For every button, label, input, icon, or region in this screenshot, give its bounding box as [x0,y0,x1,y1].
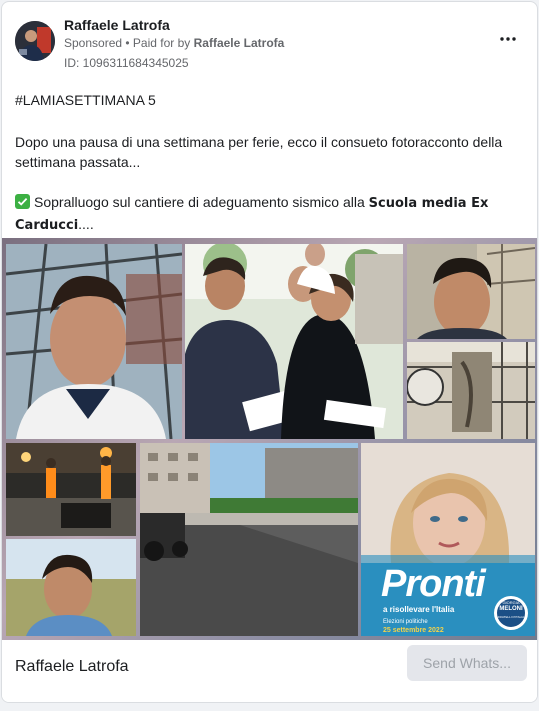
paid-for-name[interactable]: Raffaele Latrofa [194,36,285,50]
photo-selfie-building [407,244,535,339]
photo-road-works [6,443,136,536]
poster-logo-top: GIORGIA [502,600,520,605]
footer-page-name[interactable]: Raffaele Latrofa [15,658,129,676]
ad-card: Raffaele Latrofa Sponsored • Paid for by… [1,1,538,703]
campaign-poster: Pronti a risollevare l'Italia Elezioni p… [361,443,535,636]
poster-title: Pronti [381,563,486,605]
photo-selfie-outdoor [6,539,136,636]
photo-street [140,443,358,636]
paid-for-prefix: • Paid for by [122,36,194,50]
photo-meeting [185,244,403,439]
sponsor-line: Sponsored • Paid for by Raffaele Latrofa [64,36,284,50]
poster-date: 25 settembre 2022 [383,627,444,634]
photo-collage[interactable]: Pronti a risollevare l'Italia Elezioni p… [2,238,537,640]
school-text-prefix: Sopralluogo sul cantiere di adeguamento … [34,194,369,210]
poster-logo-sub: FRATELLI D'ITALIA [497,615,525,619]
send-whatsapp-button[interactable]: Send Whats... [407,645,527,681]
more-horizontal-icon[interactable] [497,28,519,50]
poster-logo-main: MELONI [499,606,523,612]
post-footer: Raffaele Latrofa Send Whats... [2,640,537,702]
post-hashtag[interactable]: #LAMIASETTIMANA 5 [15,92,156,108]
poster-subtitle: a risollevare l'Italia [383,605,455,614]
ad-id: ID: 1096311684345025 [64,56,189,70]
photo-selfie-roof [6,244,182,439]
check-mark-button-icon [15,194,30,209]
school-text-suffix: .... [78,216,94,232]
post-paragraph: Dopo una pausa di una settimana per feri… [15,134,503,170]
post-paragraph-school: Sopralluogo sul cantiere di adeguamento … [15,192,515,236]
post-header: Raffaele Latrofa Sponsored • Paid for by… [2,2,537,80]
avatar[interactable] [15,21,55,61]
author-name[interactable]: Raffaele Latrofa [64,17,170,33]
sponsored-label: Sponsored [64,36,123,50]
photo-scaffolding [407,342,535,439]
poster-election-line: Elezioni politiche [383,619,428,625]
